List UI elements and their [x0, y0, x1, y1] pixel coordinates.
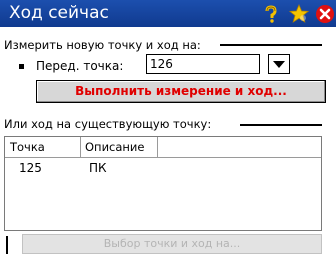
column-header-point[interactable]: Точка	[5, 137, 81, 157]
select-point-and-stakeout-button[interactable]: Выбор точки и ход на...	[22, 234, 322, 254]
measure-and-stakeout-button[interactable]: Выполнить измерение и ход...	[36, 80, 326, 103]
section-divider	[240, 124, 322, 126]
forward-point-combo[interactable]: 126	[146, 54, 260, 74]
left-edge-marker	[6, 236, 8, 254]
title-bar: Ход сейчас	[0, 0, 336, 27]
new-point-section-label: Измерить новую точку и ход на:	[4, 38, 201, 52]
column-header-description[interactable]: Описание	[81, 137, 158, 157]
combo-dropdown-button[interactable]	[268, 54, 290, 74]
forward-point-label: Перед. точка:	[36, 59, 124, 73]
cell-point: 125	[19, 161, 42, 175]
section-divider	[220, 44, 322, 46]
chevron-down-icon	[273, 61, 285, 68]
table-scrollbar[interactable]	[322, 136, 336, 231]
bullet-icon	[19, 64, 24, 69]
table-header: Точка Описание	[5, 137, 321, 158]
cell-description: ПК	[89, 161, 107, 175]
window-title: Ход сейчас	[9, 3, 109, 23]
help-icon[interactable]	[261, 4, 281, 24]
existing-point-section-label: Или ход на существующую точку:	[4, 117, 212, 131]
close-icon[interactable]	[315, 4, 335, 24]
points-table[interactable]: Точка Описание 125 ПК	[4, 136, 322, 231]
star-icon[interactable]	[289, 4, 309, 24]
